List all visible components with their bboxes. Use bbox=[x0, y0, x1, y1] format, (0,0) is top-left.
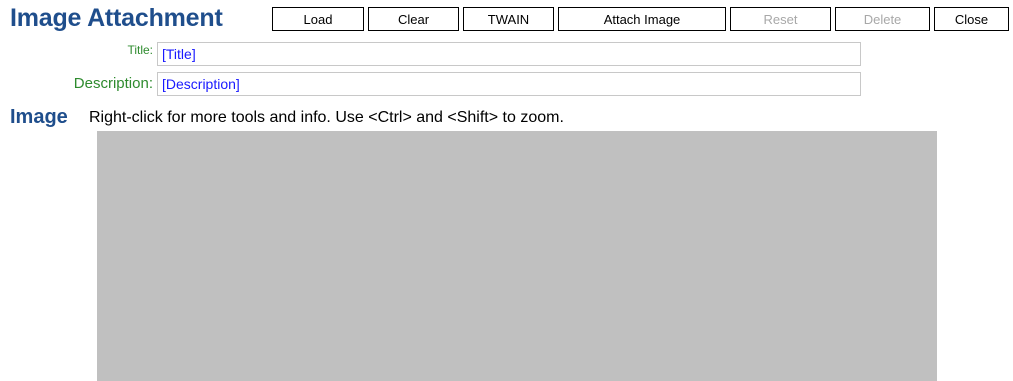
description-field[interactable] bbox=[157, 72, 861, 96]
twain-button[interactable]: TWAIN bbox=[463, 7, 554, 31]
image-canvas[interactable] bbox=[97, 131, 937, 381]
attach-image-button[interactable]: Attach Image bbox=[558, 7, 726, 31]
page-title: Image Attachment bbox=[10, 4, 223, 32]
close-button[interactable]: Close bbox=[934, 7, 1009, 31]
image-section-heading: Image bbox=[10, 106, 68, 128]
clear-button[interactable]: Clear bbox=[368, 7, 459, 31]
load-button[interactable]: Load bbox=[272, 7, 364, 31]
image-attachment-window: Image Attachment Load Clear TWAIN Attach… bbox=[0, 0, 1013, 381]
image-section-hint: Right-click for more tools and info. Use… bbox=[89, 109, 564, 126]
description-label: Description: bbox=[73, 75, 153, 92]
title-label: Title: bbox=[127, 43, 153, 57]
title-field[interactable] bbox=[157, 42, 861, 66]
reset-button[interactable]: Reset bbox=[730, 7, 831, 31]
delete-button[interactable]: Delete bbox=[835, 7, 930, 31]
